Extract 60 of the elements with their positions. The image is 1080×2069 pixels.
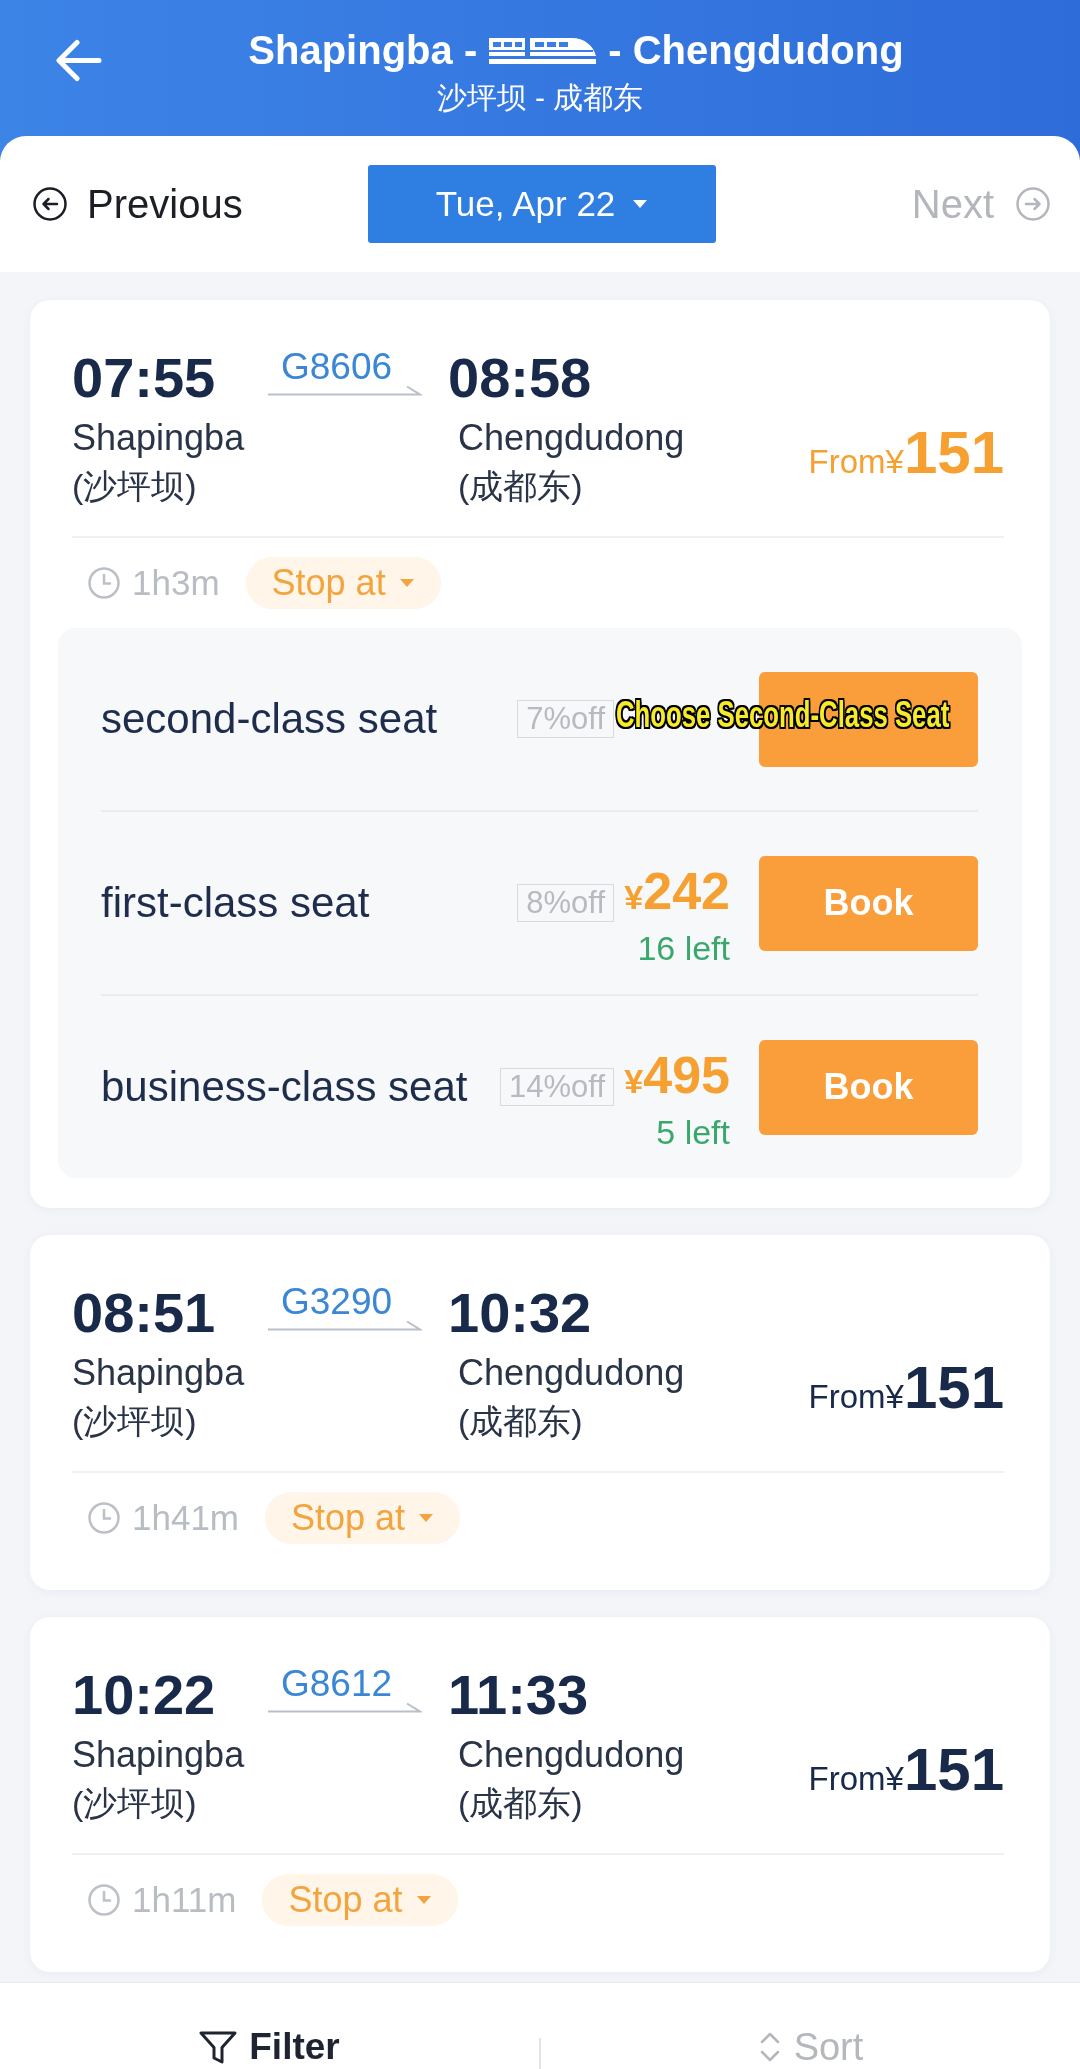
seats-left: 16 left — [637, 930, 730, 965]
station-name: (成都东) — [457, 466, 584, 507]
book-button[interactable]: Book — [759, 855, 978, 951]
departure-time: 10:22 — [72, 1663, 217, 1727]
seat-name: business-class seat — [101, 1063, 469, 1111]
train-number: G8606 — [280, 346, 393, 388]
caret-icon — [399, 579, 414, 587]
destination-title: - Chengdudong — [608, 27, 904, 74]
station-name: (成都东) — [457, 1783, 584, 1824]
station-name: (沙坪坝) — [72, 1783, 198, 1824]
duration-text: 1h11m — [132, 1880, 237, 1920]
station-name: (沙坪坝) — [72, 466, 198, 507]
caret-icon — [633, 200, 648, 208]
back-icon[interactable] — [55, 39, 102, 82]
date-button[interactable]: Tue, Apr 22 — [367, 165, 716, 243]
seat-name: first-class seat — [101, 879, 371, 927]
stops-button[interactable]: Stop at — [265, 1492, 461, 1544]
seats-left: 5 left — [656, 1114, 730, 1149]
station-name: (沙坪坝) — [72, 1401, 198, 1442]
discount-tag: 8%off — [517, 884, 614, 922]
duration-text: 1h41m — [132, 1498, 240, 1538]
price-text: From¥151 — [808, 1734, 1004, 1805]
seat-name: second-class seat — [101, 695, 439, 743]
train-number: G3290 — [280, 1281, 393, 1323]
previous-button[interactable]: Previous — [33, 181, 243, 227]
price-text: From¥151 — [808, 417, 1004, 488]
stops-button[interactable]: Stop at — [245, 557, 441, 609]
arrival-time: 08:58 — [448, 346, 593, 410]
station-name: Shapingba — [72, 1733, 246, 1777]
arrow-left-circle-icon — [33, 187, 67, 221]
filter-button[interactable]: Filter — [199, 2027, 340, 2067]
caret-icon — [419, 1514, 434, 1522]
clock-icon — [88, 567, 120, 599]
origin-title: Shapingba - — [248, 27, 478, 74]
station-name: Shapingba — [72, 1351, 246, 1395]
arrival-time: 11:33 — [448, 1663, 590, 1727]
seat-price: ¥242 — [624, 863, 730, 922]
station-name: Chengdudong — [457, 1733, 686, 1777]
train-number: G8612 — [280, 1663, 393, 1705]
seat-price: ¥495 — [624, 1047, 730, 1106]
arrival-time: 10:32 — [448, 1281, 593, 1345]
sort-button[interactable]: Sort — [757, 2027, 864, 2067]
discount-tag: 7%off — [517, 700, 614, 738]
station-name: Shapingba — [72, 416, 246, 460]
discount-tag: 14%off — [500, 1068, 614, 1106]
caret-icon — [416, 1896, 431, 1904]
funnel-icon — [199, 2030, 238, 2064]
departure-time: 07:55 — [72, 346, 217, 410]
book-button[interactable]: Book — [759, 1039, 978, 1135]
clock-icon — [88, 1884, 120, 1916]
clock-icon — [88, 1502, 120, 1534]
price-text: From¥151 — [808, 1352, 1004, 1423]
station-name: (成都东) — [457, 1401, 584, 1442]
departure-time: 08:51 — [72, 1281, 217, 1345]
station-name: Chengdudong — [457, 1351, 686, 1395]
arrow-right-circle-icon — [1016, 187, 1050, 221]
stops-button[interactable]: Stop at — [262, 1874, 458, 1926]
station-name: Chengdudong — [457, 416, 686, 460]
duration-text: 1h3m — [132, 563, 220, 603]
route-subtitle: 沙坪坝 - 成都东 — [436, 80, 644, 116]
